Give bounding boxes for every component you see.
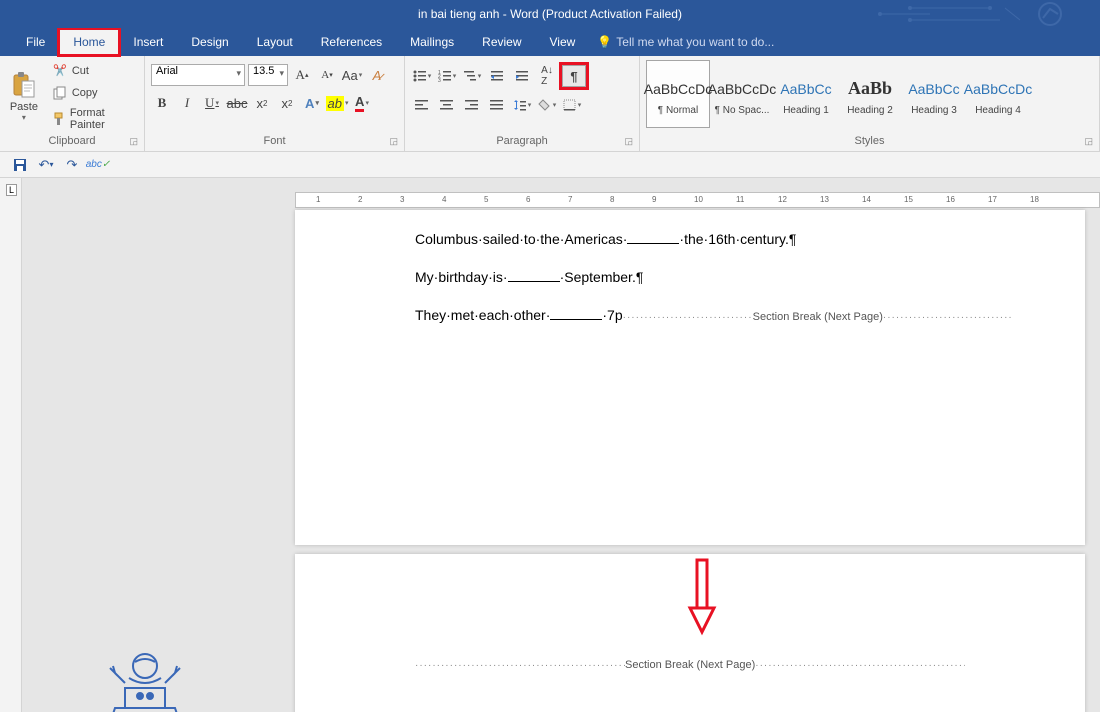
subscript-button[interactable]: x2 — [251, 92, 273, 114]
bold-button[interactable]: B — [151, 92, 173, 114]
italic-button[interactable]: I — [176, 92, 198, 114]
group-clipboard: Paste ▾ ✂️Cut Copy Format Painter Clipbo… — [0, 56, 145, 151]
change-case-button[interactable]: Aa — [341, 64, 363, 86]
shading-button[interactable] — [536, 94, 558, 116]
bullets-button[interactable] — [411, 65, 433, 87]
format-painter-button[interactable]: Format Painter — [48, 105, 138, 133]
section-break-marker: Section Break (Next Page) — [753, 308, 883, 327]
styles-launcher[interactable]: ◲ — [1084, 136, 1093, 147]
scissors-icon: ✂️ — [52, 63, 68, 79]
group-paragraph: 123 A↓Z ¶ Paragraph ◲ — [405, 56, 640, 151]
align-right-button[interactable] — [461, 94, 483, 116]
blank-field — [508, 270, 560, 282]
superscript-button[interactable]: x2 — [276, 92, 298, 114]
group-font: Arial 13.5 A▴ A▾ Aa A̷ B I U abc x2 x2 A… — [145, 56, 405, 151]
paste-button[interactable]: Paste ▾ — [6, 60, 42, 133]
document-title: in bai tieng anh - Word (Product Activat… — [418, 7, 682, 21]
line-spacing-button[interactable] — [511, 94, 533, 116]
qat-spellcheck-button[interactable]: abc✓ — [88, 155, 108, 175]
horizontal-ruler[interactable]: 123456789101112131415161718 — [295, 192, 1100, 208]
tell-me[interactable]: 💡 Tell me what you want to do... — [597, 35, 774, 49]
copy-button[interactable]: Copy — [48, 83, 138, 103]
font-launcher[interactable]: ◲ — [389, 136, 398, 147]
style-heading-3[interactable]: AaBbCcHeading 3 — [902, 60, 966, 128]
underline-button[interactable]: U — [201, 92, 223, 114]
doc-line-2[interactable]: My·birthday·is··September.¶ — [415, 266, 1065, 290]
strikethrough-button[interactable]: abc — [226, 92, 248, 114]
qat-save-icon[interactable] — [10, 155, 30, 175]
tab-mailings[interactable]: Mailings — [396, 29, 468, 55]
svg-text:3: 3 — [438, 78, 441, 82]
titlebar-decoration — [850, 0, 1100, 28]
quick-access-toolbar: ↶ ▾ ↷ abc✓ — [0, 152, 1100, 178]
numbering-button[interactable]: 123 — [436, 65, 458, 87]
page-2[interactable]: ········································… — [295, 554, 1085, 712]
tab-design[interactable]: Design — [177, 29, 242, 55]
qat-redo-button[interactable]: ↷ — [62, 155, 82, 175]
sort-button[interactable]: A↓Z — [536, 65, 558, 87]
font-size-combo[interactable]: 13.5 — [248, 64, 288, 86]
highlight-button[interactable]: ab — [326, 92, 348, 114]
paragraph-launcher[interactable]: ◲ — [624, 136, 633, 147]
style---normal[interactable]: AaBbCcDc¶ Normal — [646, 60, 710, 128]
section-break-marker: Section Break (Next Page) — [625, 659, 755, 671]
vertical-ruler[interactable]: L — [0, 178, 22, 712]
font-name-combo[interactable]: Arial — [151, 64, 245, 86]
tab-references[interactable]: References — [307, 29, 396, 55]
tab-view[interactable]: View — [536, 29, 590, 55]
increase-indent-button[interactable] — [511, 65, 533, 87]
multilevel-list-button[interactable] — [461, 65, 483, 87]
group-label-styles: Styles — [855, 135, 885, 147]
lightbulb-icon: 💡 — [597, 35, 612, 49]
ribbon-tabs: FileHomeInsertDesignLayoutReferencesMail… — [0, 28, 1100, 56]
tab-file[interactable]: File — [12, 29, 59, 55]
tab-layout[interactable]: Layout — [243, 29, 307, 55]
justify-button[interactable] — [486, 94, 508, 116]
qat-undo-button[interactable]: ↶ ▾ — [36, 155, 56, 175]
group-styles: AaBbCcDc¶ NormalAaBbCcDc¶ No Spac...AaBb… — [640, 56, 1100, 151]
text-effects-button[interactable]: A — [301, 92, 323, 114]
doc-line-4[interactable]: ········································… — [415, 659, 1065, 671]
style-heading-4[interactable]: AaBbCcDcHeading 4 — [966, 60, 1030, 128]
blank-field — [550, 308, 602, 320]
tab-insert[interactable]: Insert — [119, 29, 177, 55]
align-center-button[interactable] — [436, 94, 458, 116]
align-left-button[interactable] — [411, 94, 433, 116]
tab-home[interactable]: Home — [59, 29, 119, 55]
paintbrush-icon — [52, 111, 66, 127]
style-heading-1[interactable]: AaBbCcHeading 1 — [774, 60, 838, 128]
borders-button[interactable] — [561, 94, 583, 116]
paste-icon — [10, 71, 38, 99]
style---no-spac---[interactable]: AaBbCcDc¶ No Spac... — [710, 60, 774, 128]
doc-line-3[interactable]: They·met·each·other··7p ················… — [415, 304, 1065, 328]
styles-gallery[interactable]: AaBbCcDc¶ NormalAaBbCcDc¶ No Spac...AaBb… — [646, 60, 1030, 128]
copy-icon — [52, 85, 68, 101]
blank-field — [627, 232, 679, 244]
doc-line-1[interactable]: Columbus·sailed·to·the·Americas··the·16t… — [415, 228, 1065, 252]
group-label-paragraph: Paragraph — [496, 135, 547, 147]
page-1[interactable]: Columbus·sailed·to·the·Americas··the·16t… — [295, 210, 1085, 545]
show-hide-marks-button[interactable]: ¶ — [561, 64, 587, 88]
document-workspace[interactable]: L 123456789101112131415161718 Columbus·s… — [0, 178, 1100, 712]
title-bar: in bai tieng anh - Word (Product Activat… — [0, 0, 1100, 28]
group-label-clipboard: Clipboard — [48, 135, 95, 147]
clipboard-launcher[interactable]: ◲ — [129, 136, 138, 147]
tab-review[interactable]: Review — [468, 29, 535, 55]
clear-formatting-button[interactable]: A̷ — [366, 64, 388, 86]
ribbon: Paste ▾ ✂️Cut Copy Format Painter Clipbo… — [0, 56, 1100, 152]
style-heading-2[interactable]: AaBbHeading 2 — [838, 60, 902, 128]
cut-button[interactable]: ✂️Cut — [48, 61, 138, 81]
watermark-logo: ThuthuatOffice TRI KY CUA DAN CONG SO — [20, 638, 270, 712]
font-color-button[interactable]: A — [351, 92, 373, 114]
grow-font-button[interactable]: A▴ — [291, 64, 313, 86]
shrink-font-button[interactable]: A▾ — [316, 64, 338, 86]
decrease-indent-button[interactable] — [486, 65, 508, 87]
group-label-font: Font — [263, 135, 285, 147]
